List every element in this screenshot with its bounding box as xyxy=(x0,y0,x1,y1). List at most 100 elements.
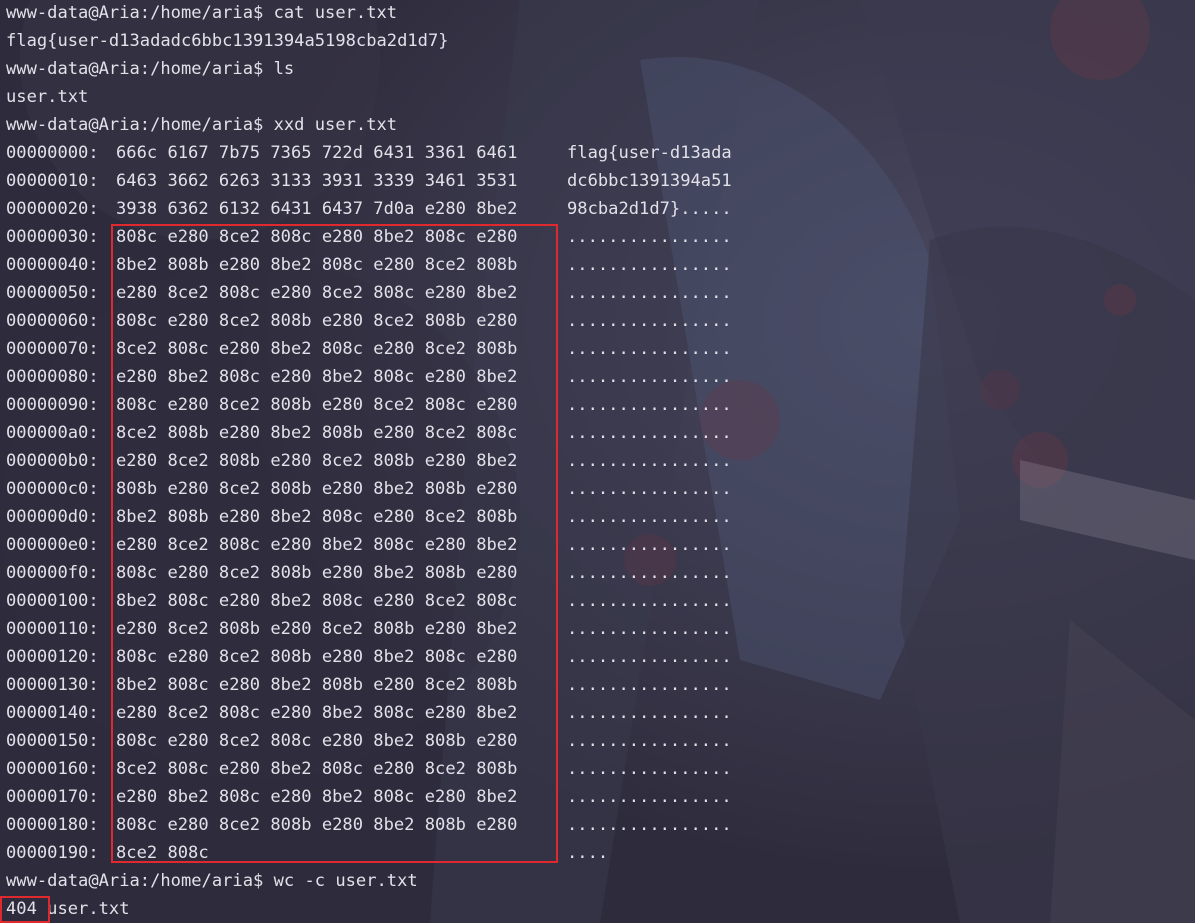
hexdump-offset: 00000050: xyxy=(6,283,99,303)
hexdump-offset: 000000c0: xyxy=(6,479,99,499)
hexdump-ascii: ................ xyxy=(567,283,732,303)
hexdump-offset: 00000020: xyxy=(6,199,99,219)
wc-result-line: 404 user.txt xyxy=(6,895,130,923)
hexdump-offset: 00000150: xyxy=(6,731,99,751)
hexdump-hex: e280 8ce2 808b e280 8ce2 808b e280 8be2 xyxy=(116,619,518,639)
hexdump-offset: 00000130: xyxy=(6,675,99,695)
hexdump-row: 00000020: 3938 6362 6132 6431 6437 7d0a e… xyxy=(0,195,1195,223)
terminal-output[interactable]: www-data@Aria:/home/aria$ cat user.txt fl… xyxy=(0,0,1195,923)
hexdump-offset: 00000060: xyxy=(6,311,99,331)
output-line: user.txt xyxy=(6,87,89,107)
hexdump-ascii: ................ xyxy=(567,423,732,443)
hexdump-row: 00000090: 808c e280 8ce2 808b e280 8ce2 8… xyxy=(0,391,1195,419)
hexdump-hex: 808c e280 8ce2 808b e280 8ce2 808b e280 xyxy=(116,311,518,331)
command-line: www-data@Aria:/home/aria$ cat user.txt xyxy=(6,3,398,23)
hexdump-hex: 808b e280 8ce2 808b e280 8be2 808b e280 xyxy=(116,479,518,499)
hexdump-ascii: ................ xyxy=(567,311,732,331)
hexdump-ascii: ................ xyxy=(567,703,732,723)
hexdump-hex: 666c 6167 7b75 7365 722d 6431 3361 6461 xyxy=(116,143,518,163)
hexdump-ascii: ................ xyxy=(567,395,732,415)
hexdump-ascii: ................ xyxy=(567,255,732,275)
hexdump-ascii: 98cba2d1d7}..... xyxy=(567,199,732,219)
hexdump-hex: e280 8ce2 808c e280 8ce2 808c e280 8be2 xyxy=(116,283,518,303)
hexdump-offset: 00000000: xyxy=(6,143,99,163)
hexdump-row: 000000e0: e280 8ce2 808c e280 8be2 808c e… xyxy=(0,531,1195,559)
hexdump-ascii: ................ xyxy=(567,647,732,667)
hexdump-row: 000000b0: e280 8ce2 808b e280 8ce2 808b e… xyxy=(0,447,1195,475)
hexdump-hex: 6463 3662 6263 3133 3931 3339 3461 3531 xyxy=(116,171,518,191)
hexdump-row: 00000010: 6463 3662 6263 3133 3931 3339 3… xyxy=(0,167,1195,195)
hexdump-ascii: ................ xyxy=(567,367,732,387)
file-name: user.txt xyxy=(47,899,130,919)
hexdump-row: 000000f0: 808c e280 8ce2 808b e280 8be2 8… xyxy=(0,559,1195,587)
hexdump-hex: e280 8be2 808c e280 8be2 808c e280 8be2 xyxy=(116,367,518,387)
hexdump-hex: 8ce2 808c xyxy=(116,843,209,863)
hexdump-row: 00000040: 8be2 808b e280 8be2 808c e280 8… xyxy=(0,251,1195,279)
hexdump-ascii: ................ xyxy=(567,227,732,247)
hexdump-hex: 8ce2 808c e280 8be2 808c e280 8ce2 808b xyxy=(116,759,518,779)
hexdump-ascii: ................ xyxy=(567,591,732,611)
command-line: www-data@Aria:/home/aria$ ls xyxy=(6,59,295,79)
hexdump-ascii: ................ xyxy=(567,507,732,527)
hexdump-hex: 808c e280 8ce2 808b e280 8be2 808b e280 xyxy=(116,563,518,583)
hexdump-offset: 00000120: xyxy=(6,647,99,667)
command-line: www-data@Aria:/home/aria$ wc -c user.txt xyxy=(6,871,418,891)
hexdump-hex: e280 8be2 808c e280 8be2 808c e280 8be2 xyxy=(116,787,518,807)
hexdump-ascii: ................ xyxy=(567,479,732,499)
hexdump-offset: 00000170: xyxy=(6,787,99,807)
hexdump-row: 00000060: 808c e280 8ce2 808b e280 8ce2 8… xyxy=(0,307,1195,335)
hexdump-ascii: ................ xyxy=(567,619,732,639)
hexdump-row: 00000100: 8be2 808c e280 8be2 808c e280 8… xyxy=(0,587,1195,615)
hexdump-hex: 808c e280 8ce2 808b e280 8be2 808b e280 xyxy=(116,815,518,835)
hexdump-offset: 00000090: xyxy=(6,395,99,415)
hexdump-hex: 8be2 808b e280 8be2 808c e280 8ce2 808b xyxy=(116,255,518,275)
hexdump-hex: e280 8ce2 808c e280 8be2 808c e280 8be2 xyxy=(116,535,518,555)
hexdump-row: 00000150: 808c e280 8ce2 808c e280 8be2 8… xyxy=(0,727,1195,755)
hexdump-offset: 00000030: xyxy=(6,227,99,247)
hexdump-hex: e280 8ce2 808b e280 8ce2 808b e280 8be2 xyxy=(116,451,518,471)
hexdump-offset: 000000a0: xyxy=(6,423,99,443)
hexdump-row: 00000190: 8ce2 808c.... xyxy=(0,839,1195,867)
hexdump-offset: 00000070: xyxy=(6,339,99,359)
hexdump-ascii: ................ xyxy=(567,787,732,807)
hexdump-hex: 8ce2 808c e280 8be2 808c e280 8ce2 808b xyxy=(116,339,518,359)
hexdump-offset: 000000b0: xyxy=(6,451,99,471)
hexdump-offset: 00000010: xyxy=(6,171,99,191)
hexdump-row: 00000160: 8ce2 808c e280 8be2 808c e280 8… xyxy=(0,755,1195,783)
hexdump-row: 00000110: e280 8ce2 808b e280 8ce2 808b e… xyxy=(0,615,1195,643)
hexdump-offset: 00000180: xyxy=(6,815,99,835)
hexdump-ascii: .... xyxy=(567,843,609,863)
hexdump-hex: 8be2 808c e280 8be2 808b e280 8ce2 808b xyxy=(116,675,518,695)
hexdump-row: 00000120: 808c e280 8ce2 808b e280 8be2 8… xyxy=(0,643,1195,671)
hexdump-offset: 00000080: xyxy=(6,367,99,387)
hexdump-hex: 8be2 808c e280 8be2 808c e280 8ce2 808c xyxy=(116,591,518,611)
hexdump-offset: 000000f0: xyxy=(6,563,99,583)
hexdump-row: 00000140: e280 8ce2 808c e280 8be2 808c e… xyxy=(0,699,1195,727)
hexdump-hex: 808c e280 8ce2 808b e280 8be2 808c e280 xyxy=(116,647,518,667)
hexdump-row: 00000030: 808c e280 8ce2 808c e280 8be2 8… xyxy=(0,223,1195,251)
hexdump-row: 00000000: 666c 6167 7b75 7365 722d 6431 3… xyxy=(0,139,1195,167)
output-line: flag{user-d13adadc6bbc1391394a5198cba2d1… xyxy=(6,31,449,51)
hexdump-row: 00000080: e280 8be2 808c e280 8be2 808c e… xyxy=(0,363,1195,391)
hexdump-row: 000000c0: 808b e280 8ce2 808b e280 8be2 8… xyxy=(0,475,1195,503)
hexdump-ascii: ................ xyxy=(567,815,732,835)
byte-count: 404 xyxy=(6,899,37,919)
hexdump-offset: 00000140: xyxy=(6,703,99,723)
hexdump-ascii: ................ xyxy=(567,535,732,555)
hexdump-ascii: ................ xyxy=(567,451,732,471)
hexdump-hex: 3938 6362 6132 6431 6437 7d0a e280 8be2 xyxy=(116,199,518,219)
hexdump-row: 00000170: e280 8be2 808c e280 8be2 808c e… xyxy=(0,783,1195,811)
hexdump-offset: 00000040: xyxy=(6,255,99,275)
hexdump-hex: 808c e280 8ce2 808c e280 8be2 808b e280 xyxy=(116,731,518,751)
hexdump-offset: 00000100: xyxy=(6,591,99,611)
hexdump-offset: 000000e0: xyxy=(6,535,99,555)
hexdump-ascii: ................ xyxy=(567,675,732,695)
hexdump-row: 000000a0: 8ce2 808b e280 8be2 808b e280 8… xyxy=(0,419,1195,447)
hexdump-hex: e280 8ce2 808c e280 8be2 808c e280 8be2 xyxy=(116,703,518,723)
hexdump-row: 00000130: 8be2 808c e280 8be2 808b e280 8… xyxy=(0,671,1195,699)
hexdump-ascii: ................ xyxy=(567,759,732,779)
hexdump-row: 000000d0: 8be2 808b e280 8be2 808c e280 8… xyxy=(0,503,1195,531)
hexdump-offset: 000000d0: xyxy=(6,507,99,527)
hexdump-row: 00000050: e280 8ce2 808c e280 8ce2 808c e… xyxy=(0,279,1195,307)
hexdump-offset: 00000110: xyxy=(6,619,99,639)
